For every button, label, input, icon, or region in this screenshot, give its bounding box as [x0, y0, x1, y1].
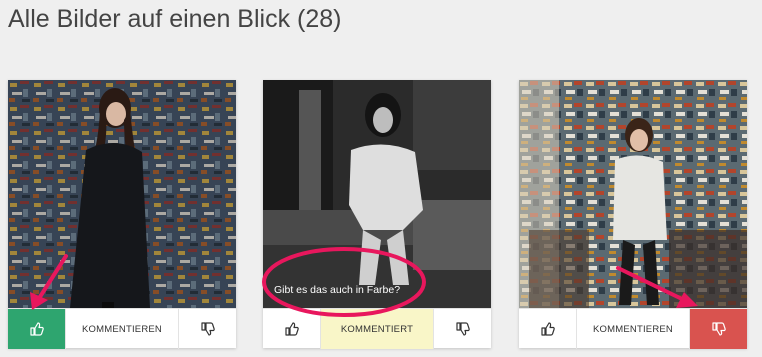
- comment-button[interactable]: KOMMENTIEREN: [65, 309, 179, 349]
- thumbs-up-icon: [29, 322, 44, 336]
- like-button[interactable]: [519, 309, 576, 349]
- annotation-ellipse: [262, 247, 426, 317]
- thumbs-up-icon: [540, 322, 555, 336]
- card-actions: KOMMENTIEREN: [519, 308, 747, 349]
- dislike-button[interactable]: [179, 309, 236, 349]
- annotation-arrow: [30, 254, 68, 310]
- dislike-button[interactable]: [690, 309, 747, 349]
- annotation-arrow: [616, 266, 698, 308]
- page-title: Alle Bilder auf einen Blick (28): [8, 5, 342, 33]
- card-actions: KOMMENTIEREN: [8, 308, 236, 349]
- thumbs-down-icon: [455, 322, 470, 336]
- thumbs-up-icon: [284, 322, 299, 336]
- thumbs-down-icon: [200, 322, 215, 336]
- dislike-button[interactable]: [434, 309, 491, 349]
- thumbs-down-icon: [711, 322, 726, 336]
- like-button[interactable]: [8, 309, 65, 349]
- comment-button[interactable]: KOMMENTIEREN: [576, 309, 690, 349]
